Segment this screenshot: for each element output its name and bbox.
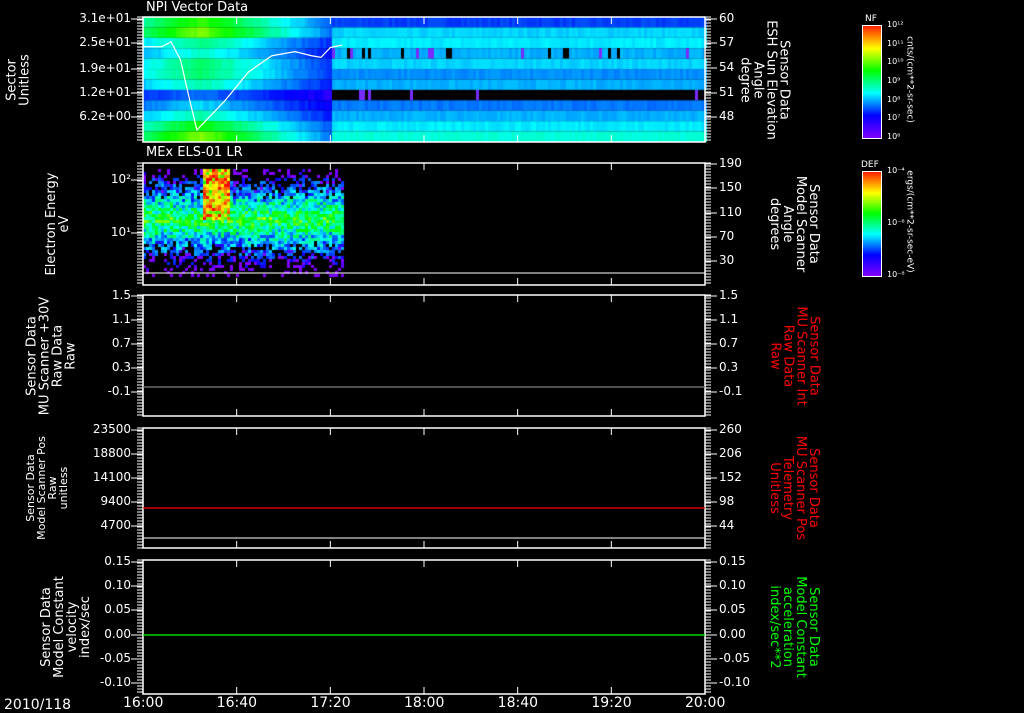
colorbar-tick-label: 10¹¹ — [887, 38, 904, 48]
x-tick-label: 16:40 — [216, 695, 258, 711]
y2-tick-label: 0.05 — [719, 602, 746, 616]
y2-tick-label: 0.15 — [719, 554, 746, 568]
x-tick-label: 16:00 — [123, 695, 164, 711]
y2-tick-label: 110 — [719, 205, 742, 219]
y2-axis-label: Sensor Data MU Scanner Int Raw Data Raw — [767, 305, 821, 406]
y2-axis-label: Sensor Data MU Scanner Pos Telemetry Uni… — [767, 435, 821, 541]
colorbar-tick-label: 10¹² — [887, 20, 904, 29]
y2-tick-label: 98 — [719, 494, 735, 508]
colorbar-tick-label: 10⁻⁸ — [887, 270, 905, 279]
y-axis-label: Sensor Data Model Scanner Pos Raw unitle… — [24, 436, 70, 540]
x-tick-label: 19:20 — [591, 695, 632, 711]
y2-tick-label: 70 — [719, 229, 735, 243]
y-axis-label: Sensor Data Model Constant velocity inde… — [39, 576, 93, 678]
y-axis-label: Electron Energy eV — [44, 172, 72, 276]
y2-tick-label: 0.7 — [719, 336, 739, 350]
colorbar — [862, 25, 882, 139]
y2-tick-label: -0.05 — [719, 651, 751, 665]
y2-tick-label: 152 — [719, 470, 742, 484]
colorbar-tick-label: 10⁸ — [887, 94, 901, 104]
panel2-title: MEx ELS-01 LR — [146, 145, 243, 160]
colorbar-tick-label: 10⁶ — [887, 132, 901, 141]
y2-tick-label: 0.10 — [719, 578, 746, 592]
colorbar-label: DEF — [861, 160, 879, 170]
y2-tick-label: 206 — [719, 446, 742, 460]
panel3-frame — [142, 294, 706, 417]
colorbar-tick-label: 10⁻⁶ — [887, 218, 905, 227]
x-tick-label: 18:40 — [497, 695, 539, 711]
y2-axis-label: Sensor Data Model Scanner Angle degrees — [767, 175, 821, 273]
sun-elevation-line — [143, 41, 343, 132]
colorbar-tick-label: 10¹⁰ — [887, 57, 904, 67]
colorbar-label: NF — [865, 14, 877, 24]
panel5-frame — [142, 559, 706, 695]
y-axis-label: Sensor Data MU Scanner +30V Raw Data Raw — [24, 296, 78, 415]
y2-axis-label: Sensor Data ESH Sun Elevation Angle degr… — [737, 19, 791, 140]
colorbar-tick-label: 10⁻⁴ — [887, 166, 905, 175]
y2-tick-label: 30 — [719, 253, 735, 267]
colorbar — [862, 171, 882, 277]
y2-tick-label: 260 — [719, 422, 742, 436]
panel1-frame — [142, 16, 706, 143]
plot-root: NPI Vector Data MEx ELS-01 LR 2010/118 3… — [0, 0, 1024, 713]
y2-tick-label: 0.00 — [719, 627, 746, 641]
y2-tick-label: 1.5 — [719, 288, 739, 302]
y2-tick-label: 150 — [719, 180, 742, 194]
y2-axis-label: Sensor Data Model Constant acceleration … — [767, 576, 821, 678]
colorbar-units: ergs/(cm**2-sr-sec-eV) — [904, 170, 915, 273]
panel1-title: NPI Vector Data — [146, 0, 249, 15]
x-tick-label: 18:00 — [404, 695, 445, 711]
x-tick-label: 20:00 — [685, 695, 726, 711]
colorbar-units: cnts/(cm**2-sr-sec) — [904, 36, 915, 123]
y2-tick-label: 44 — [719, 518, 735, 532]
y2-tick-label: 1.1 — [719, 312, 739, 326]
x-tick-label: 17:20 — [310, 695, 351, 711]
y2-tick-label: -0.10 — [719, 675, 751, 689]
panel4-frame — [142, 427, 706, 549]
y-axis-label: Sector Unitless — [4, 53, 32, 106]
y2-tick-label: -0.1 — [719, 384, 743, 398]
colorbar-tick-label: 10⁹ — [887, 76, 901, 85]
panel2-frame — [142, 162, 706, 286]
y2-tick-label: 0.3 — [719, 360, 739, 374]
colorbar-tick-label: 10⁷ — [887, 113, 901, 123]
date-label: 2010/118 — [4, 697, 72, 713]
y2-tick-label: 190 — [719, 156, 742, 170]
